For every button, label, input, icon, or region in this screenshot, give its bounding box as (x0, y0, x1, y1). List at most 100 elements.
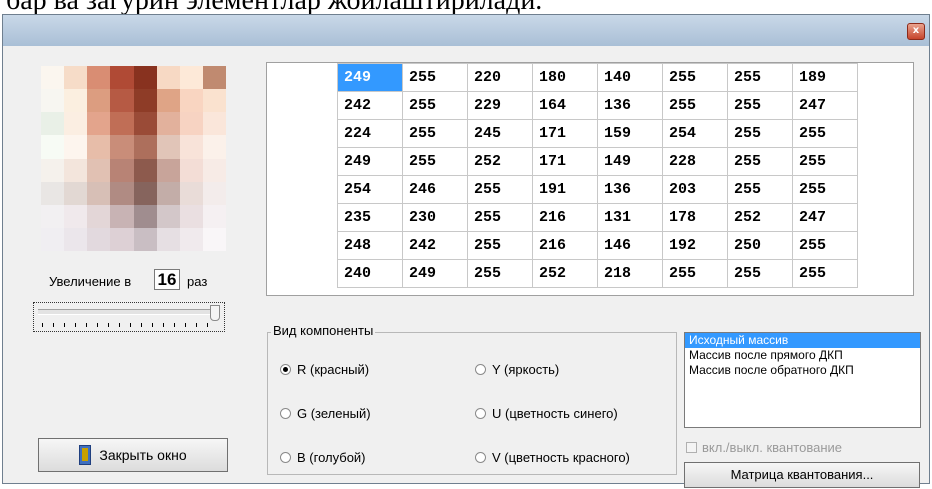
radio-y-luma[interactable]: Y (яркость) (475, 362, 559, 377)
matrix-cell[interactable]: 180 (532, 63, 598, 92)
matrix-cell[interactable]: 255 (662, 91, 728, 120)
matrix-cell[interactable]: 228 (662, 147, 728, 176)
matrix-cell[interactable]: 192 (662, 231, 728, 260)
matrix-cell[interactable]: 249 (337, 63, 403, 92)
preview-pixel (202, 89, 226, 113)
array-list-item[interactable]: Массив после прямого ДКП (685, 348, 920, 363)
matrix-cell[interactable]: 252 (532, 259, 598, 288)
matrix-cell[interactable]: 255 (402, 147, 468, 176)
matrix-row: 224 255 245 171 159 254 255 255 (337, 119, 858, 148)
preview-pixel (156, 112, 180, 136)
matrix-cell[interactable]: 218 (597, 259, 663, 288)
matrix-cell[interactable]: 247 (792, 203, 858, 232)
matrix-cell[interactable]: 159 (597, 119, 663, 148)
preview-pixel (133, 112, 157, 136)
matrix-cell[interactable]: 255 (467, 175, 533, 204)
matrix-cell[interactable]: 245 (467, 119, 533, 148)
matrix-cell[interactable]: 242 (337, 91, 403, 120)
preview-pixel (41, 158, 65, 182)
matrix-cell[interactable]: 224 (337, 119, 403, 148)
matrix-cell[interactable]: 255 (467, 231, 533, 260)
array-type-listbox[interactable]: Исходный массив Массив после прямого ДКП М… (684, 332, 921, 428)
quantization-matrix-button[interactable]: Матрица квантования... (684, 462, 920, 488)
matrix-cell[interactable]: 171 (532, 147, 598, 176)
matrix-cell[interactable]: 242 (402, 231, 468, 260)
radio-u-chroma-blue[interactable]: U (цветность синего) (475, 406, 618, 421)
preview-pixel (179, 112, 203, 136)
matrix-cell[interactable]: 255 (792, 147, 858, 176)
matrix-cell[interactable]: 164 (532, 91, 598, 120)
matrix-cell[interactable]: 220 (467, 63, 533, 92)
matrix-cell[interactable]: 252 (727, 203, 793, 232)
matrix-cell[interactable]: 255 (727, 259, 793, 288)
matrix-cell[interactable]: 255 (792, 175, 858, 204)
radio-v-chroma-red[interactable]: V (цветность красного) (475, 450, 630, 465)
matrix-cell[interactable]: 146 (597, 231, 663, 260)
matrix-cell[interactable]: 255 (727, 91, 793, 120)
matrix-cell[interactable]: 255 (792, 231, 858, 260)
matrix-cell[interactable]: 189 (792, 63, 858, 92)
matrix-cell[interactable]: 255 (402, 91, 468, 120)
matrix-cell[interactable]: 255 (792, 259, 858, 288)
matrix-cell[interactable]: 191 (532, 175, 598, 204)
matrix-cell[interactable]: 178 (662, 203, 728, 232)
radio-v-button[interactable] (475, 452, 486, 463)
matrix-cell[interactable]: 254 (662, 119, 728, 148)
preview-pixel (110, 204, 134, 228)
matrix-cell[interactable]: 255 (402, 63, 468, 92)
matrix-cell[interactable]: 203 (662, 175, 728, 204)
matrix-cell[interactable]: 171 (532, 119, 598, 148)
matrix-cell[interactable]: 229 (467, 91, 533, 120)
radio-b-blue[interactable]: B (голубой) (280, 450, 366, 465)
matrix-cell[interactable]: 249 (337, 147, 403, 176)
array-list-item[interactable]: Массив после обратного ДКП (685, 363, 920, 378)
matrix-cell[interactable]: 249 (402, 259, 468, 288)
matrix-cell[interactable]: 255 (467, 203, 533, 232)
radio-r-button[interactable] (280, 364, 291, 375)
slider-thumb[interactable] (210, 305, 220, 321)
close-window-label: Закрыть окно (99, 447, 187, 463)
matrix-cell[interactable]: 252 (467, 147, 533, 176)
preview-pixel (110, 66, 134, 90)
quantization-checkbox[interactable]: вкл./выкл. квантование (686, 440, 842, 455)
radio-u-button[interactable] (475, 408, 486, 419)
matrix-cell[interactable]: 136 (597, 175, 663, 204)
value-matrix: 249 255 220 180 140 255 255 189 242 255 229 164 136 2… (337, 63, 858, 288)
matrix-cell[interactable]: 230 (402, 203, 468, 232)
preview-pixel (64, 112, 88, 136)
array-list-item[interactable]: Исходный массив (685, 333, 920, 348)
matrix-cell[interactable]: 240 (337, 259, 403, 288)
matrix-cell[interactable]: 255 (727, 175, 793, 204)
window-close-button[interactable]: x (907, 23, 925, 40)
radio-g-button[interactable] (280, 408, 291, 419)
close-window-button[interactable]: Закрыть окно (38, 438, 228, 472)
zoom-slider[interactable] (33, 302, 225, 332)
matrix-cell[interactable]: 255 (727, 63, 793, 92)
matrix-cell[interactable]: 140 (597, 63, 663, 92)
matrix-cell[interactable]: 255 (662, 63, 728, 92)
matrix-cell[interactable]: 136 (597, 91, 663, 120)
quantization-checkbox-box[interactable] (686, 442, 697, 453)
matrix-cell[interactable]: 149 (597, 147, 663, 176)
matrix-cell[interactable]: 246 (402, 175, 468, 204)
matrix-cell[interactable]: 248 (337, 231, 403, 260)
matrix-cell[interactable]: 255 (402, 119, 468, 148)
matrix-cell[interactable]: 255 (467, 259, 533, 288)
matrix-cell[interactable]: 255 (727, 147, 793, 176)
preview-pixel (133, 66, 157, 90)
radio-r-red[interactable]: R (красный) (280, 362, 369, 377)
matrix-cell[interactable]: 250 (727, 231, 793, 260)
radio-g-green[interactable]: G (зеленый) (280, 406, 371, 421)
matrix-cell[interactable]: 131 (597, 203, 663, 232)
matrix-cell[interactable]: 255 (727, 119, 793, 148)
matrix-cell[interactable]: 216 (532, 203, 598, 232)
preview-pixel (87, 204, 111, 228)
matrix-cell[interactable]: 254 (337, 175, 403, 204)
matrix-cell[interactable]: 247 (792, 91, 858, 120)
matrix-cell[interactable]: 235 (337, 203, 403, 232)
matrix-cell[interactable]: 255 (662, 259, 728, 288)
radio-y-button[interactable] (475, 364, 486, 375)
matrix-cell[interactable]: 255 (792, 119, 858, 148)
matrix-cell[interactable]: 216 (532, 231, 598, 260)
radio-b-button[interactable] (280, 452, 291, 463)
